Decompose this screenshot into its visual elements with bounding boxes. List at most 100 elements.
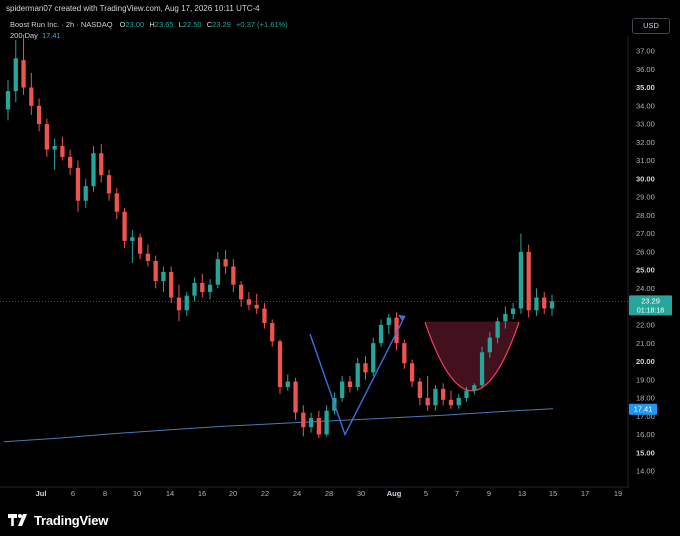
candle-body: [75, 167, 81, 201]
candle-body: [153, 261, 158, 282]
time-tick-label: Aug: [387, 489, 402, 498]
time-tick-label: 30: [357, 489, 365, 498]
candle-body: [200, 282, 205, 293]
candle-body: [114, 193, 119, 212]
time-tick-label: 9: [487, 489, 491, 498]
price-tick-label: 34.00: [636, 101, 655, 110]
candle-body: [29, 87, 34, 106]
candle-body: [324, 410, 329, 435]
price-tick-label: 35.00: [636, 83, 655, 92]
time-tick-label: 13: [518, 489, 526, 498]
candle-body: [262, 308, 267, 324]
candle-body: [526, 251, 531, 311]
low-value: 22.50: [182, 20, 202, 29]
candle-body: [91, 153, 96, 187]
time-tick-label: 17: [581, 489, 589, 498]
candle-body: [285, 381, 290, 387]
candle-body: [472, 385, 477, 391]
price-tick-label: 21.00: [636, 339, 655, 348]
candle-body: [231, 266, 236, 285]
candle-body: [549, 301, 555, 309]
price-tick-label: 37.00: [636, 47, 655, 56]
candle-body: [207, 284, 213, 293]
candle-body: [246, 299, 252, 305]
candle-body: [433, 388, 438, 406]
candle-body: [448, 399, 454, 406]
brand-name: TradingView: [34, 512, 109, 528]
price-tick-label: 27.00: [636, 229, 655, 238]
price-tick-label: 28.00: [636, 211, 655, 220]
time-tick-label: 10: [133, 489, 141, 498]
price-chart[interactable]: 37.00 36.00 35.00 34.00 33.00 32.00 31.00 30.00…: [0, 0, 680, 536]
candle-body: [239, 284, 244, 300]
price-tick-label: 26.00: [636, 247, 655, 256]
time-tick-label: 8: [103, 489, 107, 498]
time-tick-label: 19: [614, 489, 622, 498]
candle-body: [5, 91, 11, 110]
candle-body: [340, 381, 345, 398]
time-tick-label: 20: [229, 489, 237, 498]
price-tick-label: 32.00: [636, 138, 655, 147]
time-tick-label: 6: [71, 489, 75, 498]
price-tick-label: 31.00: [636, 156, 655, 165]
price-tick-label: 22.00: [636, 321, 655, 330]
candle-body: [192, 282, 197, 296]
candle-body: [402, 343, 407, 364]
candle-body: [371, 343, 376, 373]
open-value: 23.00: [125, 20, 145, 29]
candle-body: [487, 337, 492, 353]
candle-body: [106, 175, 112, 194]
price-tick-label: 19.00: [636, 375, 655, 384]
candle-body: [386, 317, 391, 325]
candle-body: [277, 341, 283, 387]
candle-body: [518, 251, 524, 309]
candle-body: [254, 304, 259, 309]
time-tick-label: 15: [549, 489, 557, 498]
candle-body: [409, 363, 415, 382]
tradingview-logo-icon: [8, 514, 27, 526]
currency-button[interactable]: USD: [632, 18, 670, 34]
tradingview-logo: TradingView: [8, 512, 108, 528]
candle-body: [44, 124, 49, 150]
candle-body: [363, 363, 368, 373]
moving-average-line: [3, 408, 554, 443]
candle-body: [68, 156, 73, 168]
symbol-legend: Boost Run Inc. · 2h · NASDAQ O23.00 H23.…: [10, 20, 288, 29]
symbol-name: Boost Run Inc. · 2h · NASDAQ: [10, 20, 113, 29]
candle-body: [223, 259, 228, 267]
price-tick-label: 15.00: [636, 448, 655, 457]
candle-body: [184, 295, 189, 311]
chart-window: 37.00 36.00 35.00 34.00 33.00 32.00 31.00 30.00…: [0, 0, 680, 536]
high-value: 23.65: [154, 20, 174, 29]
candle-body: [83, 186, 88, 201]
candle-body: [130, 237, 135, 241]
candle-body: [542, 297, 547, 309]
candle-body: [464, 390, 469, 398]
price-tick-label: 29.00: [636, 193, 655, 202]
candle-body: [511, 308, 516, 314]
candle-body: [301, 412, 306, 428]
candle-body: [145, 253, 151, 261]
indicator-value: 17.41: [41, 31, 61, 40]
time-tick-label: Jul: [36, 489, 47, 498]
time-tick-label: 14: [166, 489, 174, 498]
price-tick-label: 33.00: [636, 120, 655, 129]
candle-body: [176, 297, 182, 311]
indicator-legend[interactable]: 200 Day 17.41: [10, 31, 61, 40]
candle-body: [308, 418, 314, 428]
bar-countdown-label: 01:18:18: [637, 307, 664, 314]
time-tick-label: 16: [198, 489, 206, 498]
candle-body: [52, 145, 57, 150]
price-tick-label: 14.00: [636, 467, 655, 476]
close-value: 23.29: [212, 20, 231, 29]
candle-body: [13, 58, 18, 92]
price-tick-label: 36.00: [636, 65, 655, 74]
price-tick-label: 24.00: [636, 284, 655, 293]
candle-body: [378, 324, 384, 344]
time-tick-label: 5: [424, 489, 428, 498]
time-tick-label: 24: [293, 489, 301, 498]
candle-body: [316, 418, 321, 435]
last-price-label: 23.29: [641, 296, 660, 305]
indicator-name: 200 Day: [10, 31, 38, 40]
change-value: +0.37 (+1.61%): [236, 20, 288, 29]
